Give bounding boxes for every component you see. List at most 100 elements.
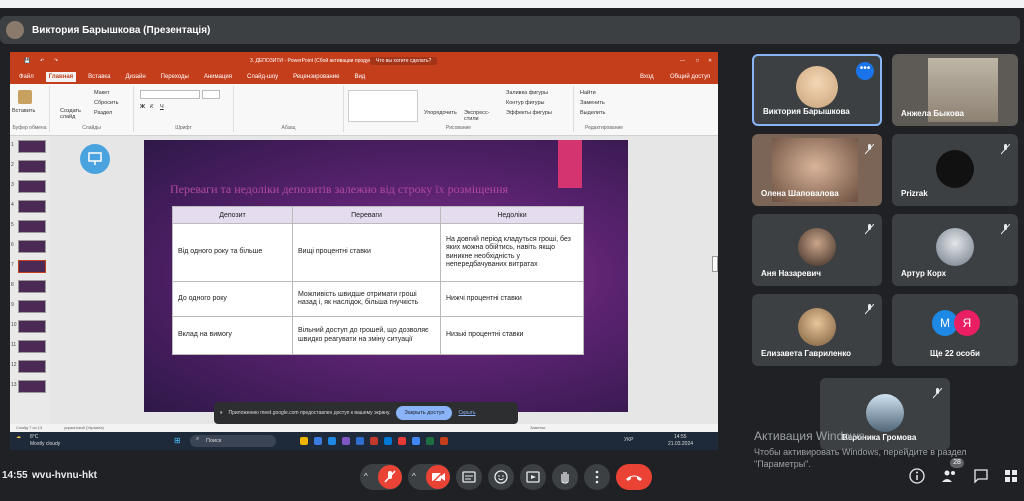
present-button[interactable]	[520, 464, 546, 490]
slide-thumb[interactable]	[18, 240, 46, 253]
minimize-icon[interactable]: —	[680, 58, 685, 64]
mic-off-icon	[1000, 142, 1011, 155]
participant-name: Виктория Барышкова	[763, 107, 850, 116]
select-button[interactable]: Выделить	[580, 110, 605, 116]
tab-transitions[interactable]: Переходы	[158, 72, 192, 82]
captions-button[interactable]	[456, 464, 482, 490]
reset-button[interactable]: Сбросить	[94, 100, 118, 106]
share-button[interactable]: Общий доступ	[670, 74, 710, 80]
tab-home[interactable]: Главная	[45, 72, 77, 82]
activities-icon[interactable]	[1002, 467, 1020, 485]
autosave-icon[interactable]: 💾	[24, 58, 30, 64]
new-slide-button[interactable]: Создать слайд	[60, 108, 82, 120]
slide: Переваги та недоліки депозитів залежно в…	[144, 140, 628, 412]
tab-review[interactable]: Рецензирование	[290, 72, 342, 82]
raise-hand-button[interactable]	[552, 464, 578, 490]
canvas-scrollbar[interactable]	[712, 256, 718, 272]
font-size-field[interactable]	[202, 90, 220, 99]
reactions-button[interactable]	[488, 464, 514, 490]
slide-thumb[interactable]	[18, 320, 46, 333]
ppt-search-hint[interactable]: Что вы хотите сделать?	[370, 57, 438, 65]
slide-thumb[interactable]	[18, 380, 46, 393]
shape-fill-button[interactable]: Заливка фигуры	[506, 90, 548, 96]
participant-tile[interactable]: Prizrak	[892, 134, 1018, 206]
section-button[interactable]: Раздел	[94, 110, 112, 116]
tab-design[interactable]: Дизайн	[122, 72, 148, 82]
keyboard-lang[interactable]: УКР	[624, 437, 633, 443]
editing-group: Найти Заменить Выделить Редактирование	[574, 86, 634, 132]
chat-icon[interactable]	[972, 467, 990, 485]
powerpoint-icon[interactable]	[440, 437, 448, 445]
replace-button[interactable]: Заменить	[580, 100, 605, 106]
shape-effects-button[interactable]: Эффекты фигуры	[506, 110, 552, 116]
app-icon[interactable]	[314, 437, 322, 445]
word-icon[interactable]	[356, 437, 364, 445]
excel-icon[interactable]	[426, 437, 434, 445]
slide-thumb[interactable]	[18, 360, 46, 373]
slide-thumb[interactable]	[18, 180, 46, 193]
tab-view[interactable]: Вид	[351, 72, 368, 82]
explorer-icon[interactable]	[300, 437, 308, 445]
font-name-field[interactable]	[140, 90, 200, 99]
mic-off-icon[interactable]	[378, 465, 402, 489]
shape-outline-button[interactable]: Контур фигуры	[506, 100, 544, 106]
avatar	[936, 150, 974, 188]
slide-thumb[interactable]	[18, 200, 46, 213]
viber-icon[interactable]	[342, 437, 350, 445]
tab-insert[interactable]: Вставка	[85, 72, 113, 82]
slide-thumb[interactable]	[18, 140, 46, 153]
camera-off-icon[interactable]	[426, 465, 450, 489]
chrome-icon[interactable]	[412, 437, 420, 445]
quick-styles-button[interactable]: Экспресс-стили	[464, 110, 494, 122]
italic-button[interactable]: К	[150, 104, 153, 110]
taskbar-search[interactable]: Поиск	[190, 435, 276, 447]
app-icon[interactable]	[398, 437, 406, 445]
app-icon[interactable]	[370, 437, 378, 445]
slide-thumb[interactable]	[18, 280, 46, 293]
participant-tile[interactable]: Артур Корх	[892, 214, 1018, 286]
status-notes[interactable]: Заметки	[530, 425, 545, 430]
more-options-icon[interactable]: •••	[856, 62, 874, 80]
app-icon[interactable]	[384, 437, 392, 445]
mic-button[interactable]: ^	[360, 464, 402, 490]
login-link[interactable]: Вход	[640, 74, 654, 80]
stop-sharing-button[interactable]: Закрыть доступ	[396, 406, 453, 420]
paste-button[interactable]: Вставить	[12, 108, 35, 114]
slide-thumb[interactable]	[18, 300, 46, 313]
layout-button[interactable]: Макет	[94, 90, 110, 96]
people-icon[interactable]	[940, 467, 958, 485]
participant-tile[interactable]: Олена Шаповалова	[752, 134, 882, 206]
slide-thumb-selected[interactable]	[18, 260, 46, 273]
arrange-button[interactable]: Упорядочить	[424, 110, 457, 116]
hide-notice-link[interactable]: Скрыть	[458, 410, 475, 416]
paste-icon[interactable]	[18, 90, 32, 104]
leave-call-button[interactable]	[616, 464, 652, 490]
chevron-up-icon[interactable]: ^	[412, 472, 416, 481]
maximize-icon[interactable]: □	[696, 58, 699, 64]
find-button[interactable]: Найти	[580, 90, 596, 96]
undo-icon[interactable]: ↶	[40, 58, 44, 64]
info-icon[interactable]	[908, 467, 926, 485]
tab-file[interactable]: Файл	[16, 72, 37, 82]
participant-tile[interactable]: Анжела Быкова	[892, 54, 1018, 126]
windows-start-icon[interactable]: ⊞	[174, 436, 181, 445]
table-header: Недоліки	[440, 206, 584, 224]
close-icon[interactable]: ✕	[708, 58, 712, 64]
shapes-gallery[interactable]	[348, 90, 418, 122]
more-participants-tile[interactable]: М Я Ще 22 особи	[892, 294, 1018, 366]
bold-button[interactable]: Ж	[140, 104, 145, 110]
camera-button[interactable]: ^	[408, 464, 450, 490]
chevron-up-icon[interactable]: ^	[364, 472, 368, 481]
participant-tile[interactable]: Елизавета Гавриленко	[752, 294, 882, 366]
tab-slideshow[interactable]: Слайд-шоу	[244, 72, 281, 82]
more-options-button[interactable]	[584, 464, 610, 490]
slide-thumb[interactable]	[18, 340, 46, 353]
edge-icon[interactable]	[328, 437, 336, 445]
redo-icon[interactable]: ↷	[54, 58, 58, 64]
underline-button[interactable]: Ч	[160, 104, 164, 110]
participant-tile[interactable]: Аня Назаревич	[752, 214, 882, 286]
slide-thumb[interactable]	[18, 160, 46, 173]
tab-animations[interactable]: Анимация	[201, 72, 235, 82]
slide-thumb[interactable]	[18, 220, 46, 233]
participant-tile[interactable]: ••• Виктория Барышкова	[752, 54, 882, 126]
